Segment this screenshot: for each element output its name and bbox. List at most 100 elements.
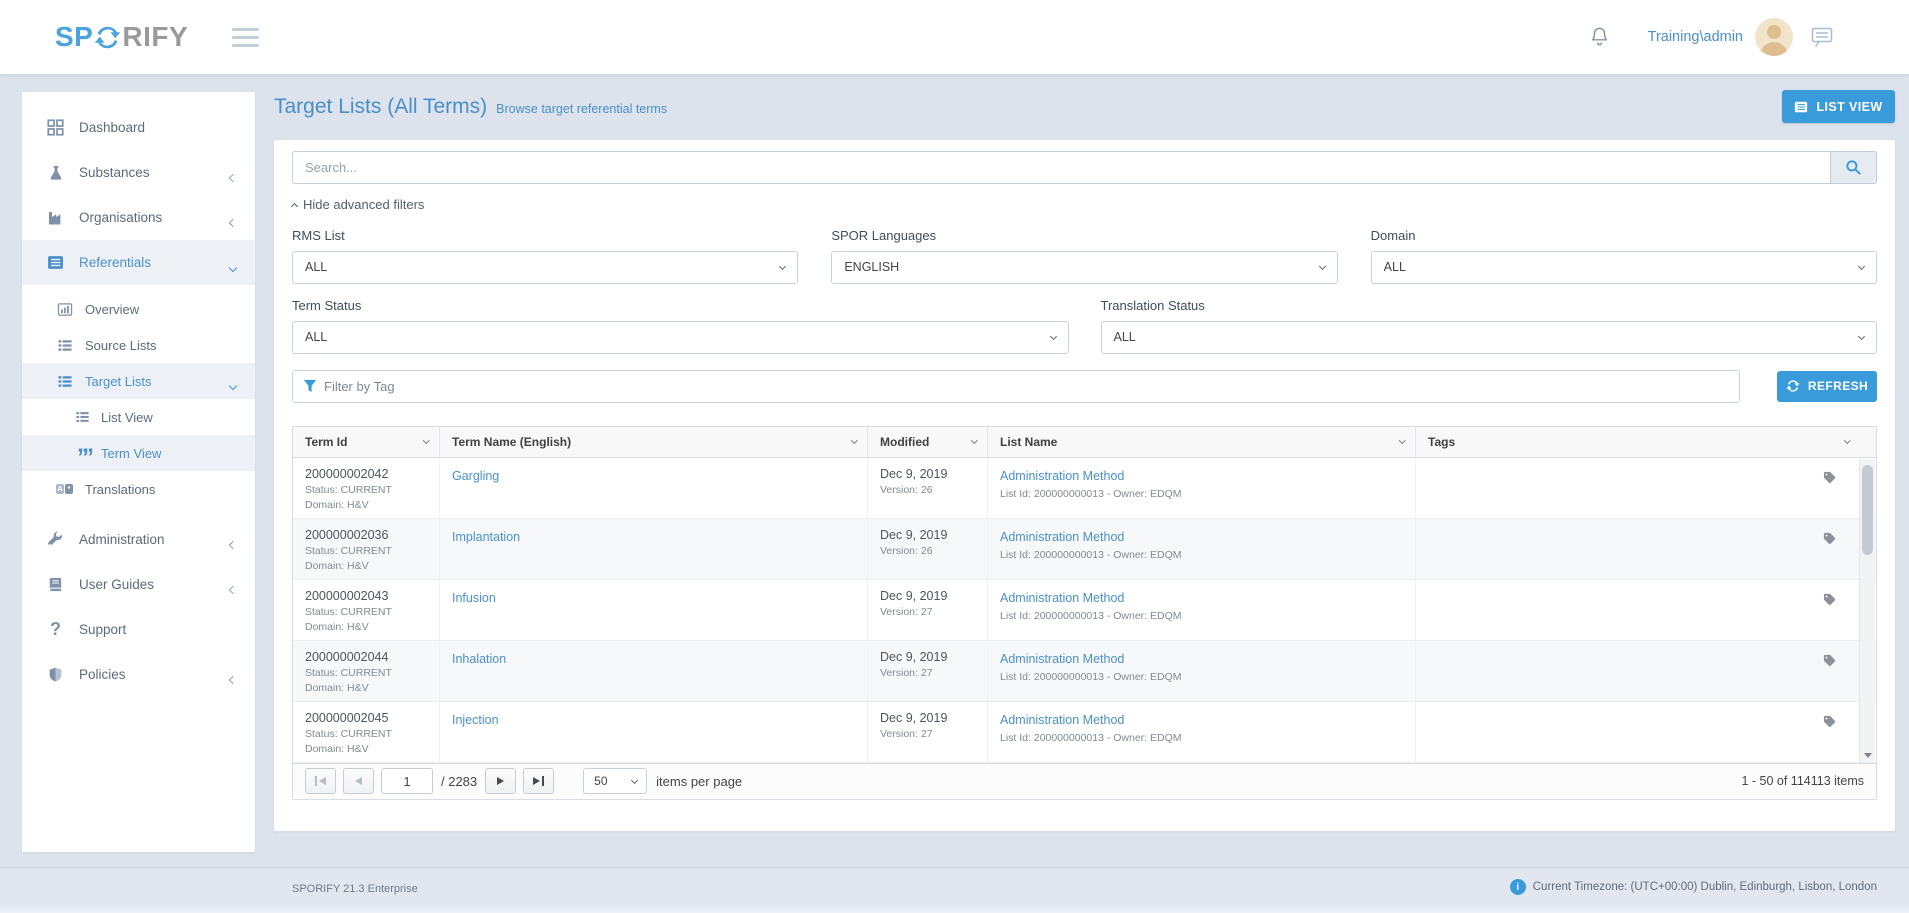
last-page-button[interactable] (523, 768, 554, 794)
menu-toggle-icon[interactable] (232, 28, 259, 47)
column-menu-chevron-icon[interactable] (971, 437, 977, 443)
page-title: Target Lists (All Terms) (274, 95, 487, 119)
table-row[interactable]: 200000002045Status: CURRENTDomain: H&V I… (293, 702, 1876, 763)
chevron-left-icon (230, 214, 236, 229)
spor-languages-select[interactable]: ENGLISH (831, 251, 1337, 284)
next-page-button[interactable] (485, 768, 516, 794)
domain-select[interactable]: ALL (1371, 251, 1877, 284)
term-name-link[interactable]: Injection (452, 713, 499, 727)
sidebar-item-substances[interactable]: Substances (22, 150, 255, 195)
column-header-tags[interactable]: Tags (1416, 427, 1876, 457)
first-page-button[interactable] (305, 768, 336, 794)
sidebar-item-organisations[interactable]: Organisations (22, 195, 255, 240)
list-name-link[interactable]: Administration Method (1000, 591, 1124, 605)
term-id: 200000002036 (305, 528, 431, 542)
tag-filter-field[interactable] (292, 370, 1740, 403)
chevron-left-icon (230, 671, 236, 686)
term-domain: Domain: H&V (305, 500, 431, 511)
column-header-term-name[interactable]: Term Name (English) (440, 427, 868, 457)
sidebar-item-term-view[interactable]: Term View (22, 435, 255, 471)
translation-status-select[interactable]: ALL (1101, 321, 1878, 354)
search-input[interactable] (292, 151, 1830, 184)
sidebar-item-support[interactable]: Support (22, 607, 255, 652)
question-mark-icon (46, 621, 65, 638)
term-name-link[interactable]: Infusion (452, 591, 496, 605)
content-card: Hide advanced filters RMS List ALL SPOR … (274, 140, 1895, 831)
table-row[interactable]: 200000002042Status: CURRENTDomain: H&V G… (293, 458, 1876, 519)
quote-icon (74, 446, 90, 461)
table-scrollbar[interactable] (1859, 459, 1875, 762)
list-name-link[interactable]: Administration Method (1000, 652, 1124, 666)
sidebar-item-source-lists[interactable]: Source Lists (22, 327, 255, 363)
column-menu-chevron-icon[interactable] (1399, 437, 1405, 443)
search-icon (1845, 159, 1862, 176)
sidebar-item-dashboard[interactable]: Dashboard (22, 105, 255, 150)
table-row[interactable]: 200000002044Status: CURRENTDomain: H&V I… (293, 641, 1876, 702)
term-domain: Domain: H&V (305, 622, 431, 633)
term-domain: Domain: H&V (305, 744, 431, 755)
hide-advanced-filters-toggle[interactable]: Hide advanced filters (292, 197, 424, 212)
scrollbar-thumb[interactable] (1862, 465, 1873, 555)
tag-icon[interactable] (1823, 654, 1836, 672)
sidebar-item-overview[interactable]: Overview (22, 291, 255, 327)
sidebar-item-target-lists[interactable]: Target Lists (22, 363, 255, 399)
column-menu-chevron-icon[interactable] (851, 437, 857, 443)
current-user[interactable]: Training\admin (1648, 29, 1743, 45)
tag-icon[interactable] (1823, 593, 1836, 611)
previous-page-button[interactable] (343, 768, 374, 794)
page-size-select[interactable]: 50 (583, 768, 647, 794)
term-status: Status: CURRENT (305, 546, 431, 557)
list-view-button[interactable]: LIST VIEW (1782, 90, 1895, 123)
term-status: Status: CURRENT (305, 668, 431, 679)
term-status-select[interactable]: ALL (292, 321, 1069, 354)
term-name-link[interactable]: Implantation (452, 530, 520, 544)
tag-icon[interactable] (1823, 471, 1836, 489)
sidebar-item-translations[interactable]: Translations (22, 471, 255, 507)
page-number-input[interactable] (381, 768, 433, 794)
notifications-bell-icon[interactable] (1589, 26, 1610, 49)
column-header-modified[interactable]: Modified (868, 427, 988, 457)
column-menu-chevron-icon[interactable] (423, 437, 429, 443)
search-button[interactable] (1830, 151, 1877, 184)
timezone-label: Current Timezone: (UTC+00:00) Dublin, Ed… (1533, 881, 1877, 893)
chevron-down-icon (779, 262, 786, 269)
tag-icon[interactable] (1823, 715, 1836, 733)
term-id: 200000002042 (305, 467, 431, 481)
sidebar-item-administration[interactable]: Administration (22, 517, 255, 562)
modified-date: Dec 9, 2019 (880, 528, 979, 542)
refresh-button[interactable]: REFRESH (1777, 371, 1877, 402)
modified-date: Dec 9, 2019 (880, 711, 979, 725)
sidebar-item-list-view[interactable]: List View (22, 399, 255, 435)
sporify-logo[interactable]: SP RIFY (55, 21, 188, 53)
column-header-list-name[interactable]: List Name (988, 427, 1416, 457)
list-name-link[interactable]: Administration Method (1000, 530, 1124, 544)
page-subtitle: Browse target referential terms (496, 102, 667, 116)
version: Version: 27 (880, 607, 979, 618)
sidebar-item-referentials[interactable]: Referentials (22, 240, 255, 285)
term-name-link[interactable]: Inhalation (452, 652, 506, 666)
scrollbar-down-arrow-icon[interactable] (1864, 753, 1872, 758)
user-avatar[interactable] (1755, 18, 1793, 56)
list-name-link[interactable]: Administration Method (1000, 713, 1124, 727)
sidebar-label: Translations (85, 482, 155, 497)
modified-date: Dec 9, 2019 (880, 650, 979, 664)
modified-date: Dec 9, 2019 (880, 467, 979, 481)
rms-list-select[interactable]: ALL (292, 251, 798, 284)
flask-icon (46, 164, 65, 181)
sidebar: Dashboard Substances Organisations Refer… (22, 92, 255, 852)
sidebar-item-user-guides[interactable]: User Guides (22, 562, 255, 607)
sidebar-label: Referentials (79, 255, 151, 270)
table-row[interactable]: 200000002043Status: CURRENTDomain: H&V I… (293, 580, 1876, 641)
list-name-link[interactable]: Administration Method (1000, 469, 1124, 483)
column-menu-chevron-icon[interactable] (1844, 437, 1850, 443)
chevron-down-icon (230, 259, 236, 274)
chat-bubble-icon[interactable] (1811, 27, 1833, 47)
term-status: Status: CURRENT (305, 607, 431, 618)
table-row[interactable]: 200000002036Status: CURRENTDomain: H&V I… (293, 519, 1876, 580)
term-name-link[interactable]: Gargling (452, 469, 499, 483)
tag-icon[interactable] (1823, 532, 1836, 550)
sidebar-item-policies[interactable]: Policies (22, 652, 255, 697)
tag-filter-input[interactable] (324, 379, 1729, 394)
logo-text-rify: RIFY (122, 21, 188, 53)
column-header-term-id[interactable]: Term Id (293, 427, 440, 457)
